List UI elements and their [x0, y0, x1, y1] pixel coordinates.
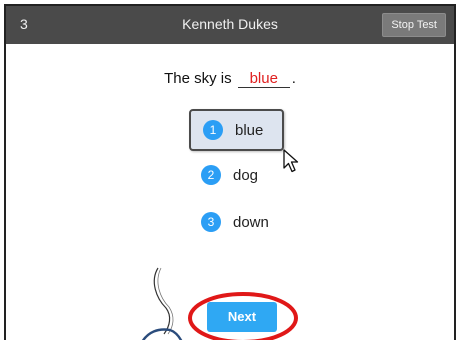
mouse-pointer-icon	[283, 149, 299, 173]
highlight-circle	[188, 292, 298, 340]
app-window: 3 Kenneth Dukes Stop Test The sky is blu…	[4, 4, 456, 340]
